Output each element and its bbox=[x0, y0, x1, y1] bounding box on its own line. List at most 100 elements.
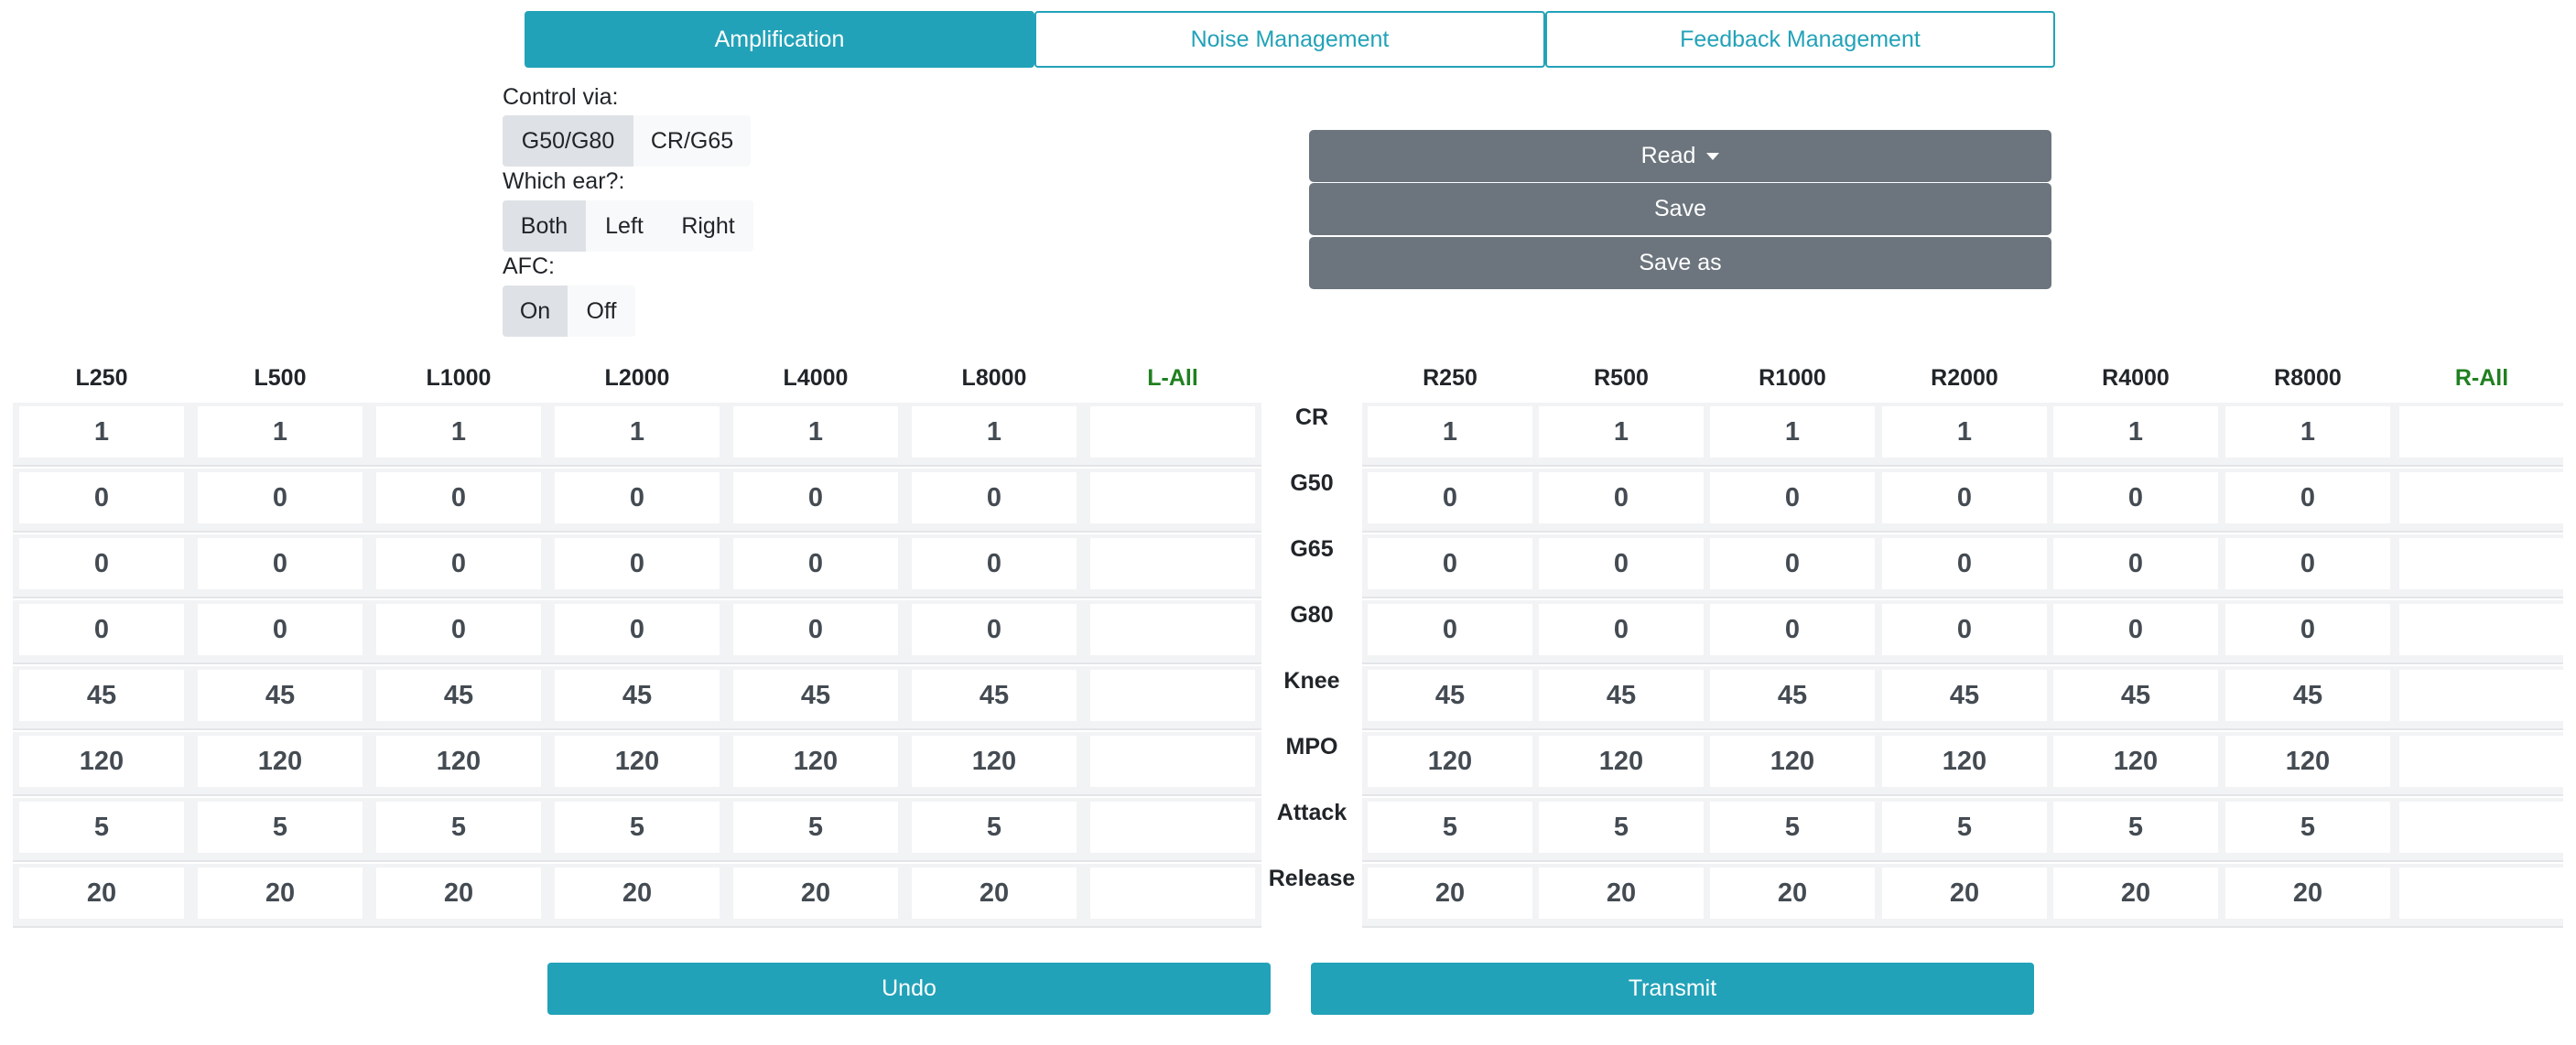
left-cell-attack-1[interactable]: 5 bbox=[198, 802, 363, 853]
left-cell-attack-4[interactable]: 5 bbox=[733, 802, 898, 853]
ear-right-button[interactable]: Right bbox=[663, 200, 753, 252]
right-cell-knee-3[interactable]: 45 bbox=[1882, 670, 2047, 721]
right-cell-g80-0[interactable]: 0 bbox=[1368, 604, 1532, 655]
left-cell-attack-0[interactable]: 5 bbox=[19, 802, 184, 853]
right-cell-mpo-1[interactable]: 120 bbox=[1539, 736, 1704, 787]
left-cell-g80-0[interactable]: 0 bbox=[19, 604, 184, 655]
right-cell-release-2[interactable]: 20 bbox=[1710, 867, 1875, 919]
right-cell-attack-0[interactable]: 5 bbox=[1368, 802, 1532, 853]
left-cell-g80-6[interactable] bbox=[1090, 604, 1255, 655]
right-cell-cr-1[interactable]: 1 bbox=[1539, 406, 1704, 458]
right-cell-g65-0[interactable]: 0 bbox=[1368, 538, 1532, 589]
left-cell-attack-5[interactable]: 5 bbox=[912, 802, 1077, 853]
right-cell-cr-3[interactable]: 1 bbox=[1882, 406, 2047, 458]
left-cell-release-5[interactable]: 20 bbox=[912, 867, 1077, 919]
left-cell-release-0[interactable]: 20 bbox=[19, 867, 184, 919]
right-cell-g65-1[interactable]: 0 bbox=[1539, 538, 1704, 589]
right-cell-knee-4[interactable]: 45 bbox=[2053, 670, 2218, 721]
left-cell-g80-2[interactable]: 0 bbox=[376, 604, 541, 655]
left-cell-knee-2[interactable]: 45 bbox=[376, 670, 541, 721]
right-cell-g50-5[interactable]: 0 bbox=[2225, 472, 2390, 523]
left-cell-knee-3[interactable]: 45 bbox=[555, 670, 720, 721]
right-cell-release-1[interactable]: 20 bbox=[1539, 867, 1704, 919]
control-via-g50-g80-button[interactable]: G50/G80 bbox=[503, 115, 633, 167]
right-cell-attack-5[interactable]: 5 bbox=[2225, 802, 2390, 853]
left-cell-cr-2[interactable]: 1 bbox=[376, 406, 541, 458]
right-cell-knee-2[interactable]: 45 bbox=[1710, 670, 1875, 721]
right-cell-release-6[interactable] bbox=[2399, 867, 2564, 919]
left-cell-mpo-2[interactable]: 120 bbox=[376, 736, 541, 787]
right-cell-attack-3[interactable]: 5 bbox=[1882, 802, 2047, 853]
right-cell-cr-4[interactable]: 1 bbox=[2053, 406, 2218, 458]
read-dropdown-button[interactable]: Read bbox=[1309, 130, 2051, 182]
right-cell-knee-0[interactable]: 45 bbox=[1368, 670, 1532, 721]
left-cell-knee-4[interactable]: 45 bbox=[733, 670, 898, 721]
left-cell-cr-1[interactable]: 1 bbox=[198, 406, 363, 458]
left-cell-cr-5[interactable]: 1 bbox=[912, 406, 1077, 458]
left-cell-g80-4[interactable]: 0 bbox=[733, 604, 898, 655]
left-cell-release-2[interactable]: 20 bbox=[376, 867, 541, 919]
left-cell-g80-3[interactable]: 0 bbox=[555, 604, 720, 655]
right-cell-cr-2[interactable]: 1 bbox=[1710, 406, 1875, 458]
left-cell-g65-0[interactable]: 0 bbox=[19, 538, 184, 589]
right-cell-attack-2[interactable]: 5 bbox=[1710, 802, 1875, 853]
left-cell-g65-5[interactable]: 0 bbox=[912, 538, 1077, 589]
right-cell-g50-3[interactable]: 0 bbox=[1882, 472, 2047, 523]
right-cell-cr-6[interactable] bbox=[2399, 406, 2564, 458]
right-cell-release-5[interactable]: 20 bbox=[2225, 867, 2390, 919]
left-cell-g50-6[interactable] bbox=[1090, 472, 1255, 523]
tab-feedback-management[interactable]: Feedback Management bbox=[1545, 11, 2055, 68]
tab-amplification[interactable]: Amplification bbox=[525, 11, 1034, 68]
right-cell-g80-1[interactable]: 0 bbox=[1539, 604, 1704, 655]
save-button[interactable]: Save bbox=[1309, 183, 2051, 235]
right-cell-g80-6[interactable] bbox=[2399, 604, 2564, 655]
right-cell-mpo-0[interactable]: 120 bbox=[1368, 736, 1532, 787]
left-cell-release-4[interactable]: 20 bbox=[733, 867, 898, 919]
right-cell-g50-4[interactable]: 0 bbox=[2053, 472, 2218, 523]
transmit-button[interactable]: Transmit bbox=[1311, 963, 2034, 1015]
right-cell-g65-6[interactable] bbox=[2399, 538, 2564, 589]
left-cell-g50-2[interactable]: 0 bbox=[376, 472, 541, 523]
right-cell-g65-2[interactable]: 0 bbox=[1710, 538, 1875, 589]
undo-button[interactable]: Undo bbox=[547, 963, 1271, 1015]
right-cell-attack-1[interactable]: 5 bbox=[1539, 802, 1704, 853]
right-cell-cr-5[interactable]: 1 bbox=[2225, 406, 2390, 458]
left-cell-knee-1[interactable]: 45 bbox=[198, 670, 363, 721]
left-cell-g80-5[interactable]: 0 bbox=[912, 604, 1077, 655]
left-cell-cr-3[interactable]: 1 bbox=[555, 406, 720, 458]
left-cell-release-1[interactable]: 20 bbox=[198, 867, 363, 919]
left-cell-g65-2[interactable]: 0 bbox=[376, 538, 541, 589]
left-cell-release-6[interactable] bbox=[1090, 867, 1255, 919]
ear-both-button[interactable]: Both bbox=[503, 200, 586, 252]
left-cell-mpo-4[interactable]: 120 bbox=[733, 736, 898, 787]
left-cell-g65-1[interactable]: 0 bbox=[198, 538, 363, 589]
ear-left-button[interactable]: Left bbox=[586, 200, 663, 252]
left-cell-g50-1[interactable]: 0 bbox=[198, 472, 363, 523]
right-cell-g65-4[interactable]: 0 bbox=[2053, 538, 2218, 589]
right-cell-knee-6[interactable] bbox=[2399, 670, 2564, 721]
right-cell-mpo-6[interactable] bbox=[2399, 736, 2564, 787]
right-cell-g50-0[interactable]: 0 bbox=[1368, 472, 1532, 523]
right-cell-release-3[interactable]: 20 bbox=[1882, 867, 2047, 919]
left-cell-mpo-0[interactable]: 120 bbox=[19, 736, 184, 787]
save-as-button[interactable]: Save as bbox=[1309, 237, 2051, 289]
right-cell-knee-5[interactable]: 45 bbox=[2225, 670, 2390, 721]
left-cell-attack-6[interactable] bbox=[1090, 802, 1255, 853]
left-cell-g65-3[interactable]: 0 bbox=[555, 538, 720, 589]
left-cell-g80-1[interactable]: 0 bbox=[198, 604, 363, 655]
left-cell-g50-4[interactable]: 0 bbox=[733, 472, 898, 523]
afc-on-button[interactable]: On bbox=[503, 285, 568, 337]
right-cell-attack-4[interactable]: 5 bbox=[2053, 802, 2218, 853]
left-cell-mpo-6[interactable] bbox=[1090, 736, 1255, 787]
right-cell-g50-6[interactable] bbox=[2399, 472, 2564, 523]
right-cell-attack-6[interactable] bbox=[2399, 802, 2564, 853]
right-cell-release-4[interactable]: 20 bbox=[2053, 867, 2218, 919]
right-cell-g80-3[interactable]: 0 bbox=[1882, 604, 2047, 655]
left-cell-mpo-1[interactable]: 120 bbox=[198, 736, 363, 787]
right-cell-g65-5[interactable]: 0 bbox=[2225, 538, 2390, 589]
right-cell-g50-2[interactable]: 0 bbox=[1710, 472, 1875, 523]
left-cell-cr-0[interactable]: 1 bbox=[19, 406, 184, 458]
right-cell-g80-4[interactable]: 0 bbox=[2053, 604, 2218, 655]
left-cell-knee-5[interactable]: 45 bbox=[912, 670, 1077, 721]
left-cell-cr-6[interactable] bbox=[1090, 406, 1255, 458]
